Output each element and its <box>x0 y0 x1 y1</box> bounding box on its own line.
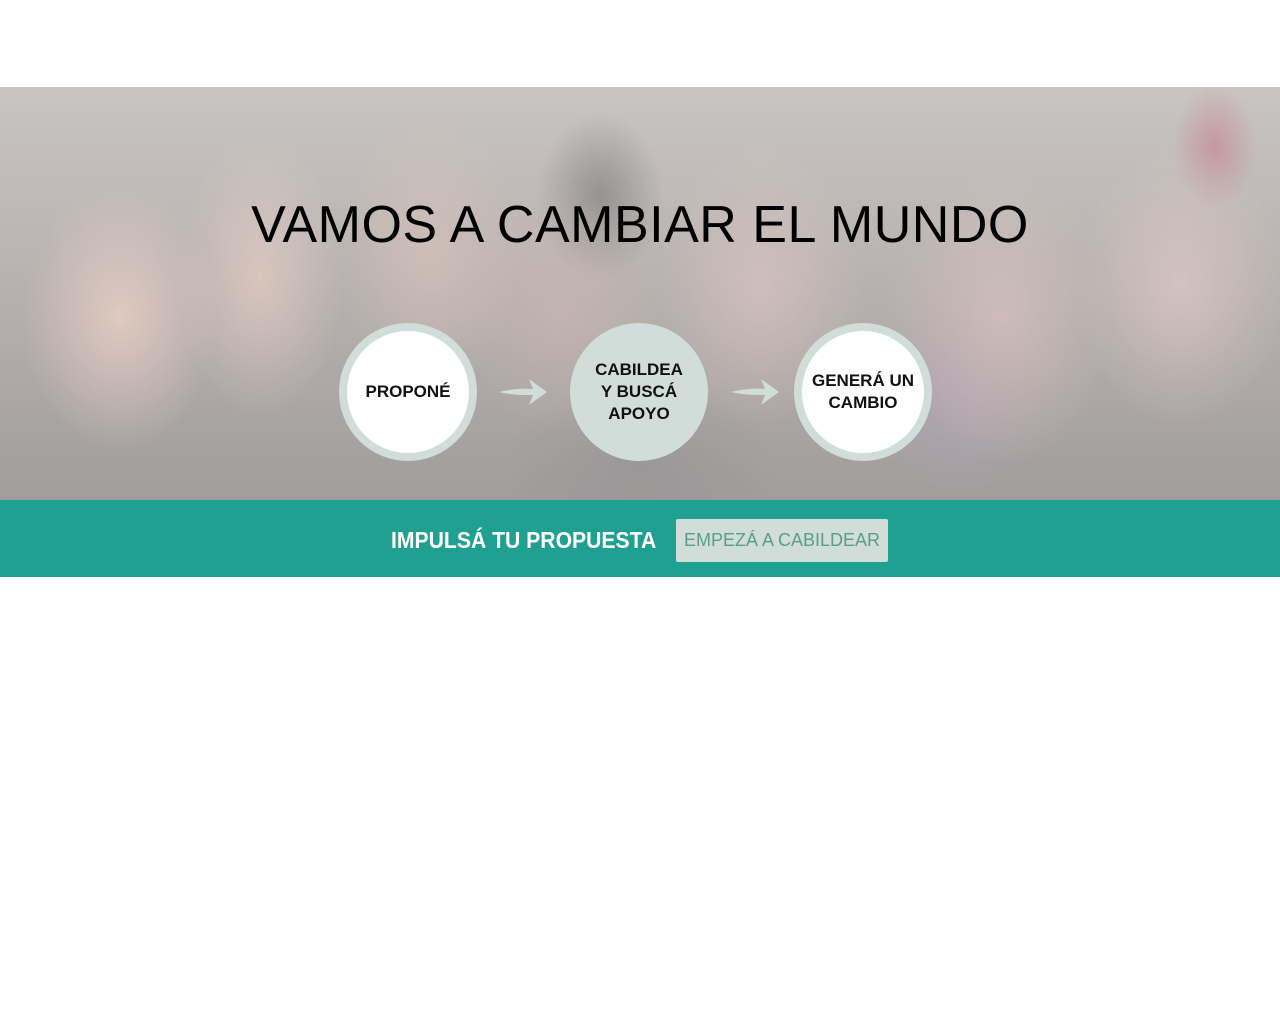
hero-title: VAMOS A CAMBIAR EL MUNDO <box>251 196 1029 254</box>
start-lobbying-button[interactable]: EMPEZÁ A CABILDEAR <box>676 519 888 562</box>
step-label: GENERÁ UN CAMBIO <box>811 371 914 412</box>
arrow-right-icon <box>499 379 547 405</box>
cta-heading: IMPULSÁ TU PROPUESTA <box>391 527 657 553</box>
process-steps: PROPONÉ CABILDEA Y BUSCÁ APOYO GENERÁ UN… <box>0 323 1280 463</box>
top-header-bar <box>0 0 1280 87</box>
step-label: PROPONÉ <box>365 382 451 401</box>
step-propose: PROPONÉ <box>339 323 477 461</box>
arrow-right-icon <box>731 379 779 405</box>
step-label: CABILDEA Y BUSCÁ APOYO <box>595 360 683 423</box>
hero-banner: VAMOS A CAMBIAR EL MUNDO PROPONÉ CABILDE… <box>0 87 1280 500</box>
step-change: GENERÁ UN CAMBIO <box>794 323 932 461</box>
step-lobby: CABILDEA Y BUSCÁ APOYO <box>570 323 708 461</box>
